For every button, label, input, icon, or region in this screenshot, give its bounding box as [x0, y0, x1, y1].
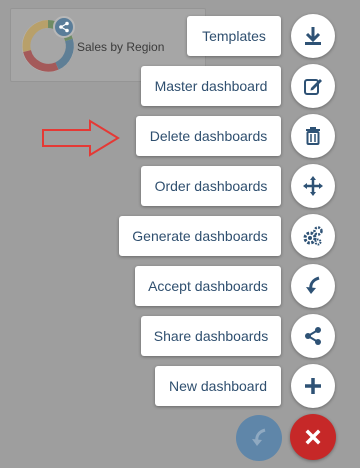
close-menu-button[interactable]: [290, 414, 336, 460]
share-dashboards-label-button[interactable]: Share dashboards: [141, 316, 281, 356]
order-dashboards-button[interactable]: [291, 164, 335, 208]
generate-dashboards-label-button[interactable]: Generate dashboards: [119, 216, 281, 256]
master-dashboard-button[interactable]: [291, 64, 335, 108]
order-dashboards-label-button[interactable]: Order dashboards: [141, 166, 281, 206]
edit-icon: [304, 79, 322, 95]
new-dashboard-label-button[interactable]: New dashboard: [155, 366, 281, 406]
share-dashboards-button[interactable]: [291, 314, 335, 358]
back-fab-button[interactable]: [236, 415, 282, 461]
accept-dashboards-label-button[interactable]: Accept dashboards: [135, 266, 281, 306]
gears-icon: [303, 226, 323, 246]
generate-dashboards-button[interactable]: [291, 214, 335, 258]
download-icon: [305, 27, 321, 45]
templates-button[interactable]: [291, 14, 335, 58]
widget-title: Sales by Region: [77, 40, 165, 54]
share-icon: [305, 327, 321, 345]
delete-dashboards-label-button[interactable]: Delete dashboards: [136, 116, 281, 156]
move-icon: [303, 176, 323, 196]
pointer-arrow-icon: [42, 119, 120, 157]
delete-dashboards-button[interactable]: [291, 114, 335, 158]
new-dashboard-button[interactable]: [291, 364, 335, 408]
accept-dashboards-button[interactable]: [291, 264, 335, 308]
plus-icon: [305, 378, 321, 394]
templates-label-button[interactable]: Templates: [187, 16, 281, 56]
share-badge-icon[interactable]: [53, 16, 75, 38]
curved-arrow-icon: [306, 276, 320, 294]
master-dashboard-label-button[interactable]: Master dashboard: [141, 66, 281, 106]
trash-icon: [306, 127, 320, 145]
curved-arrow-icon: [252, 428, 266, 446]
close-icon: [305, 429, 321, 445]
